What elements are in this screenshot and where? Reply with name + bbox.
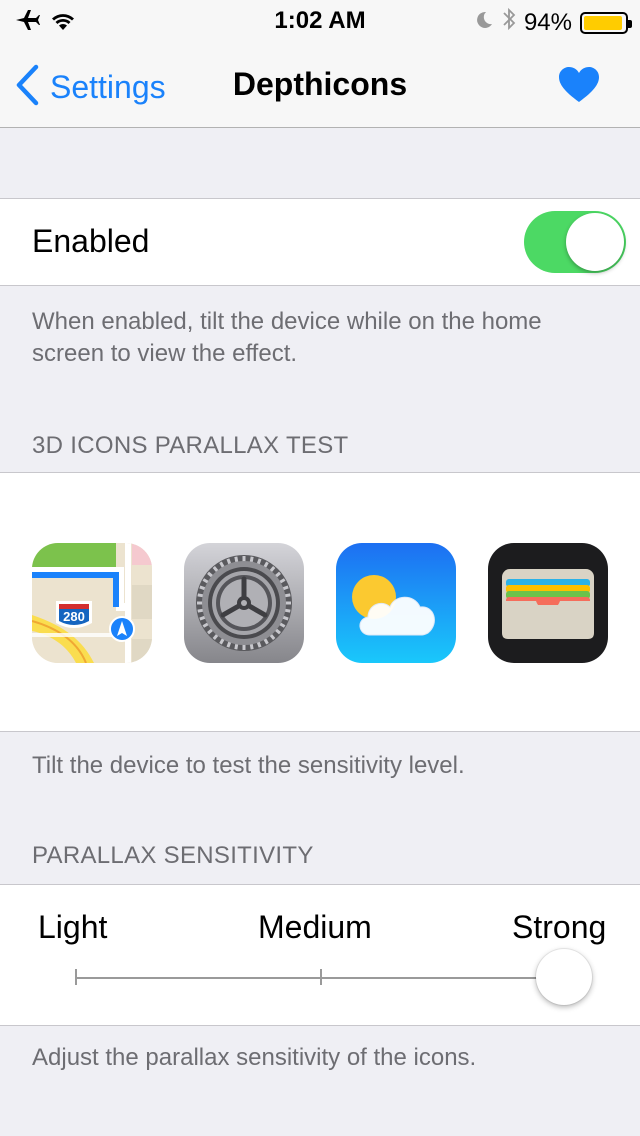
status-bar: 1:02 AM 94% (0, 0, 640, 40)
icons-section-header: 3D ICONS PARALLAX TEST (32, 432, 349, 459)
icons-cell: 280 (0, 472, 640, 732)
sensitivity-slider-track[interactable] (76, 977, 568, 979)
enabled-toggle[interactable] (524, 211, 626, 273)
heart-button[interactable] (558, 66, 600, 109)
enabled-footer: When enabled, tilt the device while on t… (32, 308, 542, 367)
sensitivity-cell: Light Medium Strong (0, 884, 640, 1026)
sensitivity-slider-thumb[interactable] (536, 949, 592, 1005)
navigation-bar: Settings Depthicons (0, 40, 640, 128)
bluetooth-icon (502, 7, 516, 38)
status-right: 94% (474, 7, 632, 38)
enabled-label: Enabled (32, 223, 150, 259)
sensitivity-label-medium: Medium (258, 909, 372, 945)
heart-icon (559, 67, 599, 102)
wallet-app-icon[interactable] (488, 543, 608, 663)
settings-app-icon[interactable] (184, 543, 304, 663)
maps-app-icon[interactable]: 280 (32, 543, 152, 663)
sensitivity-label-light: Light (38, 909, 108, 945)
slider-tick-light (75, 969, 77, 985)
interstate-badge-label: 280 (63, 609, 85, 624)
slider-tick-medium (320, 969, 322, 985)
sensitivity-section-header: PARALLAX SENSITIVITY (32, 842, 314, 869)
battery-tip (628, 19, 632, 28)
sensitivity-label-strong: Strong (512, 909, 607, 945)
battery-percentage: 94% (523, 8, 572, 36)
toggle-knob (566, 213, 624, 271)
page-title: Depthicons (232, 66, 408, 102)
sensitivity-footer: Adjust the parallax sensitivity of the i… (32, 1044, 477, 1071)
enabled-cell: Enabled (0, 198, 640, 286)
icons-footer: Tilt the device to test the sensitivity … (32, 752, 465, 779)
do-not-disturb-moon-icon (474, 9, 494, 37)
battery-fill (584, 15, 622, 30)
battery-icon (580, 11, 632, 34)
weather-app-icon[interactable] (336, 543, 456, 663)
